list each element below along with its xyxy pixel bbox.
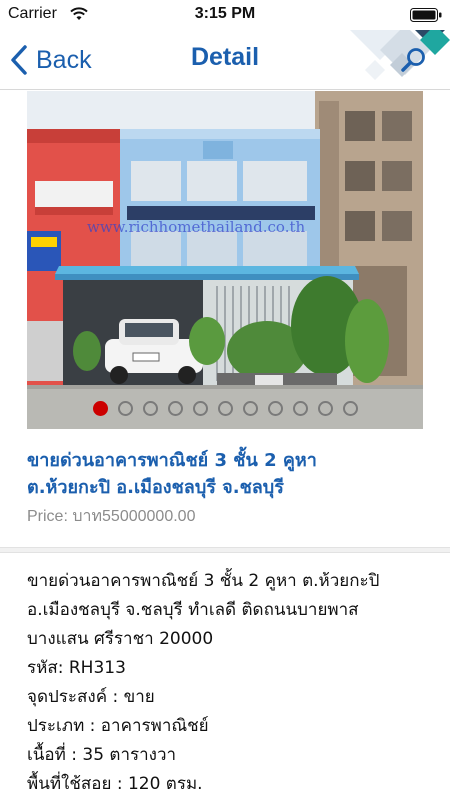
page-dot[interactable] [292, 400, 308, 416]
listing-header: ขายด่วนอาคารพาณิชย์ 3 ชั้น 2 คูหา ต.ห้วย… [0, 429, 450, 547]
usable-area: พื้นที่ใช้สอย : 120 ตรม. [27, 774, 203, 794]
photo-watermark: www.richhomethailand.co.th [87, 218, 306, 236]
description-line: บางแสน ศรีราชา 20000 [27, 629, 214, 649]
property-purpose: จุดประสงค์ : ขาย [27, 687, 155, 707]
status-time: 3:15 PM [194, 5, 256, 22]
chevron-left-icon [11, 45, 27, 75]
description-line: อ.เมืองชลบุรี จ.ชลบุรี ทำเลดี ติดถนนบายพ… [27, 600, 359, 620]
photo-carousel[interactable]: www.richhomethailand.co.th [0, 91, 450, 429]
section-divider [0, 547, 450, 553]
navigation-bar: Back Detail [0, 30, 450, 90]
page-dot[interactable] [267, 400, 283, 416]
search-icon[interactable] [400, 46, 428, 74]
back-label: Back [36, 45, 92, 74]
listing-description: ขายด่วนอาคารพาณิชย์ 3 ชั้น 2 คูหา ต.ห้วย… [27, 567, 437, 799]
page-dot[interactable] [192, 400, 208, 416]
battery-icon [410, 8, 442, 22]
listing-title-line-1: ขายด่วนอาคารพาณิชย์ 3 ชั้น 2 คูหา [27, 450, 317, 471]
listing-title-line-2: ต.ห้วยกะปิ อ.เมืองชลบุรี จ.ชลบุรี [27, 477, 284, 498]
page-indicator[interactable] [0, 396, 450, 420]
page-dot[interactable] [142, 400, 158, 416]
land-area: เนื้อที่ : 35 ตารางวา [27, 745, 177, 765]
page-dot[interactable] [167, 400, 183, 416]
page-dot-active[interactable] [92, 400, 108, 416]
description-line: ขายด่วนอาคารพาณิชย์ 3 ชั้น 2 คูหา ต.ห้วย… [27, 571, 380, 591]
page-dot[interactable] [342, 400, 358, 416]
property-photo[interactable]: www.richhomethailand.co.th [27, 91, 423, 429]
status-bar: Carrier 3:15 PM [0, 0, 450, 30]
page-dot[interactable] [217, 400, 233, 416]
property-type: ประเภท : อาคารพาณิชย์ [27, 716, 209, 736]
building-illustration [27, 91, 423, 429]
page-dot[interactable] [117, 400, 133, 416]
listing-title: ขายด่วนอาคารพาณิชย์ 3 ชั้น 2 คูหา ต.ห้วย… [27, 447, 437, 501]
property-code: รหัส: RH313 [27, 658, 126, 678]
page-dot[interactable] [317, 400, 333, 416]
back-button[interactable]: Back [10, 42, 92, 78]
nav-decoration [350, 30, 450, 80]
page-dot[interactable] [242, 400, 258, 416]
price-label: Price: บาท55000000.00 [27, 508, 196, 525]
